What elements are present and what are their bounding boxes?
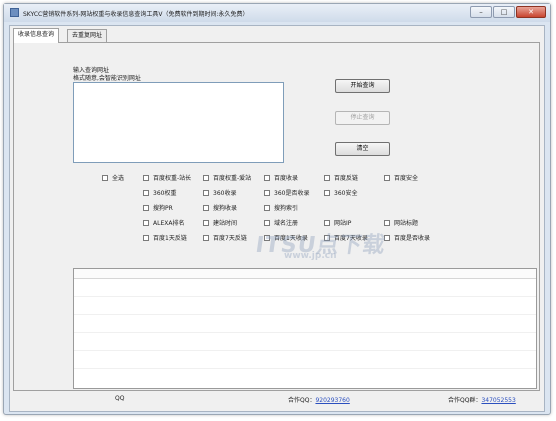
checkbox[interactable] bbox=[264, 190, 270, 196]
checkbox[interactable] bbox=[203, 220, 209, 226]
option-site-title[interactable]: 网站标题 bbox=[384, 220, 418, 228]
option-baidu-backlinks[interactable]: 百度反链 bbox=[324, 175, 358, 183]
maximize-button[interactable]: □ bbox=[493, 6, 515, 18]
checkbox[interactable] bbox=[143, 190, 149, 196]
clear-button[interactable]: 清空 bbox=[335, 142, 390, 156]
checkbox[interactable] bbox=[203, 190, 209, 196]
partner-qq-group-label: 合作QQ群： bbox=[448, 397, 482, 404]
checkbox[interactable] bbox=[203, 235, 209, 241]
checkbox[interactable] bbox=[143, 220, 149, 226]
option-select-all[interactable]: 全选 bbox=[102, 175, 124, 183]
option-baidu-1day-backlinks[interactable]: 百度1天反链 bbox=[143, 235, 187, 243]
checkbox[interactable] bbox=[203, 205, 209, 211]
option-baidu-index[interactable]: 百度收录 bbox=[264, 175, 298, 183]
option-sogou-pr[interactable]: 搜狗PR bbox=[143, 205, 173, 213]
url-input[interactable] bbox=[73, 82, 284, 163]
app-icon bbox=[10, 8, 19, 17]
tab-index-query[interactable]: 收录信息查询 bbox=[13, 28, 60, 43]
query-panel: 输入查询网址 格式随意,会智能识别网址 开始查询 停止查询 清空 全选 百度权重… bbox=[13, 42, 540, 391]
checkbox[interactable] bbox=[264, 205, 270, 211]
checkbox[interactable] bbox=[384, 175, 390, 181]
checkbox[interactable] bbox=[102, 175, 108, 181]
partner-qq-group: 合作QQ群：347052553 bbox=[448, 395, 516, 404]
title-bar[interactable]: SKYCC营销软件系列-网站权重与收录信息查询工具V（免费软件到期时间:永久免费… bbox=[4, 4, 550, 22]
option-baidu-weight-zhanzhang[interactable]: 百度权重-站长 bbox=[143, 175, 191, 183]
watermark-url: www.jp.cn bbox=[284, 251, 337, 261]
close-button[interactable]: ✕ bbox=[516, 6, 546, 18]
row-divider bbox=[74, 368, 536, 369]
start-query-button[interactable]: 开始查询 bbox=[335, 79, 390, 93]
results-list[interactable] bbox=[73, 268, 537, 389]
option-baidu-safety[interactable]: 百度安全 bbox=[384, 175, 418, 183]
option-360-weight[interactable]: 360权重 bbox=[143, 190, 176, 198]
row-divider bbox=[74, 296, 536, 297]
partner-qq-link[interactable]: 920293760 bbox=[315, 397, 349, 404]
partner-qq-group-link[interactable]: 347052553 bbox=[481, 397, 515, 404]
url-input-hint: 格式随意,会智能识别网址 bbox=[73, 75, 141, 82]
minimize-button[interactable]: – bbox=[470, 6, 492, 18]
option-360-index[interactable]: 360收录 bbox=[203, 190, 236, 198]
row-divider bbox=[74, 314, 536, 315]
checkbox[interactable] bbox=[143, 175, 149, 181]
option-sogou-index[interactable]: 搜狗收录 bbox=[203, 205, 237, 213]
checkbox[interactable] bbox=[264, 175, 270, 181]
option-site-age[interactable]: 建站时间 bbox=[203, 220, 237, 228]
row-divider bbox=[74, 332, 536, 333]
stop-query-button[interactable]: 停止查询 bbox=[335, 111, 390, 125]
window-title: SKYCC营销软件系列-网站权重与收录信息查询工具V（免费软件到期时间:永久免费… bbox=[23, 11, 249, 18]
partner-qq: 合作QQ：920293760 bbox=[288, 395, 350, 404]
tab-dedupe-urls[interactable]: 去重复网址 bbox=[67, 29, 108, 42]
checkbox[interactable] bbox=[324, 190, 330, 196]
checkbox[interactable] bbox=[143, 235, 149, 241]
checkbox[interactable] bbox=[324, 220, 330, 226]
option-baidu-is-indexed[interactable]: 百度是否收录 bbox=[384, 235, 430, 243]
option-alexa-rank[interactable]: ALEXA排名 bbox=[143, 220, 184, 228]
option-baidu-7day-backlinks[interactable]: 百度7天反链 bbox=[203, 235, 247, 243]
row-divider bbox=[74, 350, 536, 351]
checkbox[interactable] bbox=[324, 175, 330, 181]
option-360-is-indexed[interactable]: 360是否收录 bbox=[264, 190, 309, 198]
partner-qq-label: 合作QQ： bbox=[288, 397, 316, 404]
option-sogou-indexed-count[interactable]: 搜狗索引 bbox=[264, 205, 298, 213]
client-area: 收录信息查询 去重复网址 输入查询网址 格式随意,会智能识别网址 开始查询 停止… bbox=[9, 25, 545, 412]
app-window: SKYCC营销软件系列-网站权重与收录信息查询工具V（免费软件到期时间:永久免费… bbox=[3, 3, 551, 415]
qq-label: QQ bbox=[115, 395, 125, 402]
checkbox[interactable] bbox=[384, 220, 390, 226]
checkbox[interactable] bbox=[264, 220, 270, 226]
option-baidu-weight-aizhan[interactable]: 百度权重-爱站 bbox=[203, 175, 251, 183]
results-header bbox=[74, 269, 536, 279]
checkbox[interactable] bbox=[203, 175, 209, 181]
checkbox[interactable] bbox=[143, 205, 149, 211]
option-360-safety[interactable]: 360安全 bbox=[324, 190, 357, 198]
